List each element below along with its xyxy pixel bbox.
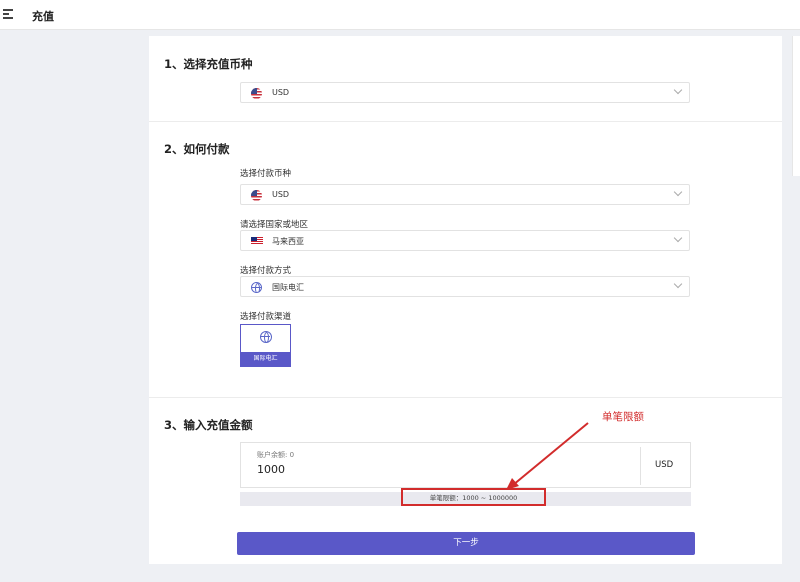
next-step-button[interactable]: 下一步	[237, 532, 695, 555]
annotation-label: 单笔限额	[602, 411, 644, 423]
annotation-arrow-icon	[506, 422, 589, 490]
